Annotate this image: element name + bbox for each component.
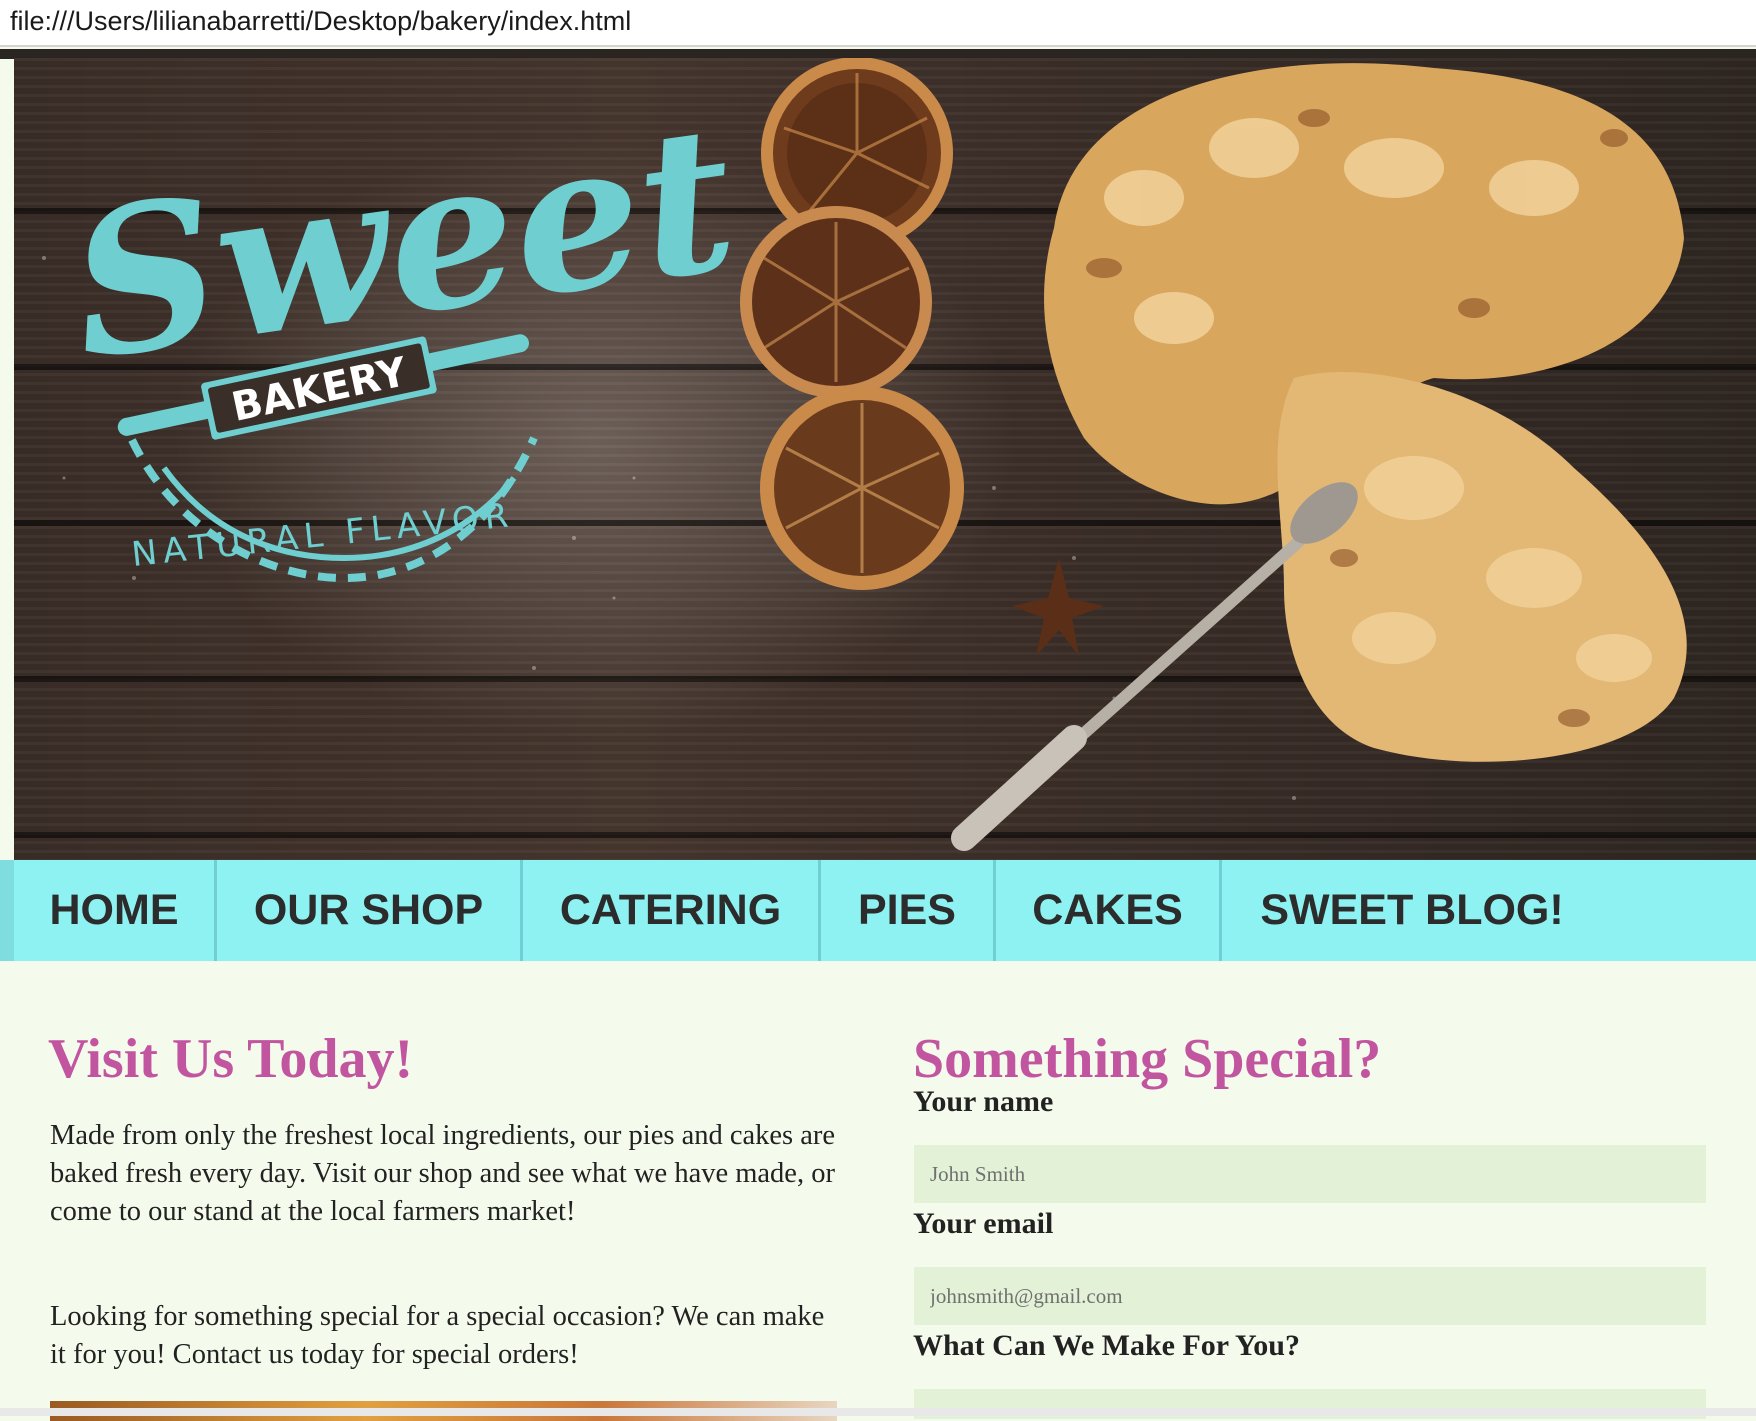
nav-item-sweet-blog[interactable]: SWEET BLOG! [1222, 860, 1602, 961]
visit-paragraph-1: Made from only the freshest local ingred… [50, 1120, 836, 1227]
nav-edge [0, 860, 14, 961]
visit-heading: Visit Us Today! [48, 1028, 414, 1090]
email-label: Your email [913, 1207, 1054, 1240]
nav-item-home[interactable]: HOME [14, 860, 217, 961]
main-nav: HOME OUR SHOP CATERING PIES CAKES SWEET … [0, 860, 1756, 961]
logo-tagline: NATURAL FLAVOR [130, 495, 516, 575]
address-url[interactable]: file:///Users/lilianabarretti/Desktop/ba… [10, 6, 631, 37]
orange-slice-2 [740, 206, 932, 398]
sweet-bakery-logo: Sweet BAKERY NATURAL FLAVOR [58, 80, 748, 583]
hero-banner: Sweet BAKERY NATURAL FLAVOR [14, 58, 1756, 860]
visit-paragraph-2: Looking for something special for a spec… [50, 1301, 825, 1370]
star-anise [1012, 558, 1104, 656]
nav-item-our-shop[interactable]: OUR SHOP [217, 860, 523, 961]
special-heading: Something Special? [913, 1028, 1382, 1090]
email-input[interactable] [914, 1267, 1706, 1325]
main-content: Visit Us Today! Made from only the fresh… [0, 961, 1756, 1421]
orange-slices [740, 58, 964, 590]
name-input[interactable] [914, 1145, 1706, 1203]
address-bar[interactable]: file:///Users/lilianabarretti/Desktop/ba… [0, 0, 1756, 47]
hero-illustration: Sweet BAKERY NATURAL FLAVOR [42, 58, 1687, 851]
nav-item-cakes[interactable]: CAKES [996, 860, 1222, 961]
request-label: What Can We Make For You? [913, 1329, 1300, 1362]
name-label: Your name [913, 1085, 1054, 1118]
nav-item-catering[interactable]: CATERING [523, 860, 821, 961]
viewport-bottom-edge [0, 1408, 1756, 1416]
orange-slice-3 [760, 386, 964, 590]
apple-pie [1044, 63, 1687, 762]
nav-item-pies[interactable]: PIES [821, 860, 996, 961]
